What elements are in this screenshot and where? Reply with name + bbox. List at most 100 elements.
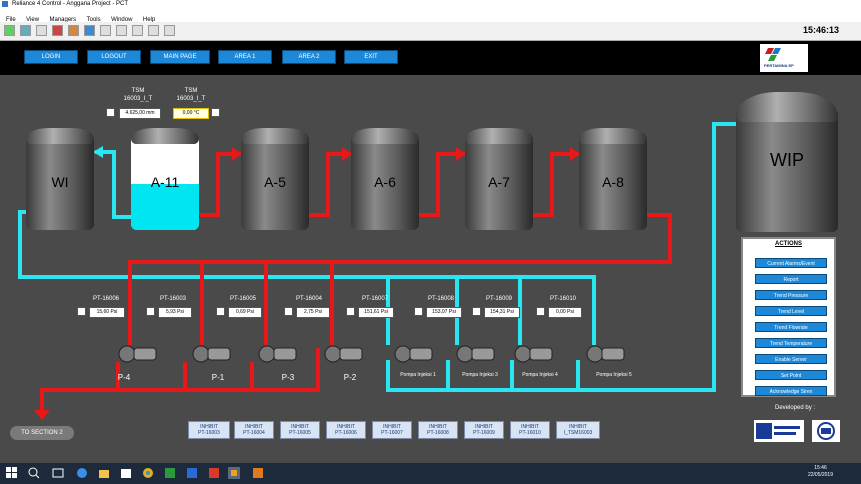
stop-icon[interactable] [52,25,63,36]
trend-pressure-button[interactable]: Trend Pressure [755,290,827,300]
explorer-icon[interactable] [98,467,110,479]
login-button[interactable]: LOGIN [24,50,78,64]
pt-value: 151,61 Psi [358,307,394,318]
taskbar-time: 15:46 [814,465,827,471]
logout-button[interactable]: LOGOUT [87,50,141,64]
flow-arrow-left-icon [93,146,103,158]
pt-value: 0,69 Psi [228,307,262,318]
inhibit-button[interactable]: INHIBIT PT-16003 [188,421,230,439]
pump-icon[interactable] [456,343,496,365]
print-icon[interactable] [36,25,47,36]
area-2-button[interactable]: AREA 2 [282,50,336,64]
tank-wi[interactable]: WI [26,128,94,230]
pipe-oil [530,213,552,217]
tool-icon[interactable] [100,25,111,36]
inhibit-button[interactable]: INHIBIT PT-16004 [234,421,274,439]
tool-icon-2[interactable] [116,25,127,36]
tank-a11[interactable]: A-11 [131,128,199,230]
task-view-icon[interactable] [52,467,64,479]
open-icon[interactable] [4,25,15,36]
pump-label: P-4 [117,373,131,382]
pt-value: 0,00 Psi [548,307,582,318]
inhibit-tag: PT-16010 [519,430,541,436]
trend-flowrate-button[interactable]: Trend Flowrate [755,322,827,332]
trend-icon[interactable] [284,307,293,316]
trend-icon[interactable] [106,108,115,117]
pipe-oil [196,213,218,217]
trend-icon[interactable] [346,307,355,316]
run-icon[interactable] [68,25,79,36]
trend-level-button[interactable]: Trend Level [755,306,827,316]
app-icon-green[interactable] [164,467,176,479]
inhibit-button[interactable]: INHIBIT PT-16005 [280,421,320,439]
tool-icon-4[interactable] [148,25,159,36]
tool-icon-5[interactable] [164,25,175,36]
pipe-oil [264,260,268,345]
store-icon[interactable] [120,467,132,479]
trend-icon[interactable] [414,307,423,316]
pump-icon[interactable] [258,343,298,365]
trend-temperature-button[interactable]: Trend Temperature [755,338,827,348]
pipe-water-to-wip [712,122,716,392]
pipe-oil [436,152,440,217]
tank-wip[interactable]: WIP [736,92,838,232]
tank-label: A-7 [488,174,510,190]
chart-icon[interactable] [84,25,95,36]
pump-icon[interactable] [118,343,158,365]
logo-text: PERTAMINA EP [764,63,794,68]
pipe-oil [330,260,334,345]
chrome-icon[interactable] [142,467,154,479]
trend-icon[interactable] [211,108,220,117]
pump-icon[interactable] [192,343,232,365]
trend-icon[interactable] [536,307,545,316]
app-icon-red[interactable] [208,467,220,479]
pipe-water [592,275,596,345]
pt-value: 153,07 Psi [426,307,462,318]
tank-a6[interactable]: A-6 [351,128,419,230]
inhibit-button[interactable]: INHIBIT PT-16007 [372,421,412,439]
tool-icon-3[interactable] [132,25,143,36]
inhibit-button[interactable]: INHIBIT PT-16008 [418,421,458,439]
trend-icon[interactable] [146,307,155,316]
reliance-app-icon[interactable] [228,467,240,479]
pump-icon[interactable] [586,343,626,365]
windows-start-icon[interactable] [6,467,18,479]
tank-a8[interactable]: A-8 [579,128,647,230]
enable-server-button[interactable]: Enable Server [755,354,827,364]
inhibit-button[interactable]: INHIBIT PT-16006 [326,421,366,439]
pipe-water [576,360,580,391]
inhibit-button[interactable]: INHIBIT I_TSM16003 [556,421,600,439]
trend-icon[interactable] [472,307,481,316]
inhibit-button[interactable]: INHIBIT PT-16010 [510,421,550,439]
menu-bar: File View Managers Tools Window Help [0,8,861,23]
tank-label: A-11 [150,174,180,190]
pump-icon[interactable] [394,343,434,365]
current-alarms-button[interactable]: Current Alarms/Event [755,258,827,268]
area-1-button[interactable]: AREA 1 [218,50,272,64]
app-icon [2,1,8,7]
flow-arrow-down-icon [34,410,50,420]
tank-cap [579,128,647,144]
tank-cap [465,128,533,144]
app-icon-blue[interactable] [186,467,198,479]
to-section-2-button[interactable]: TO SECTION 2 [10,426,74,440]
save-icon[interactable] [20,25,31,36]
app-icon-orange[interactable] [252,467,264,479]
set-point-button[interactable]: Set Point [755,370,827,380]
tank-a7[interactable]: A-7 [465,128,533,230]
tank-cap [241,128,309,144]
acknowledge-siren-button[interactable]: Acknowledge Siren [755,386,827,396]
pump-icon[interactable] [324,343,364,365]
pump-icon[interactable] [514,343,554,365]
tsm-level-tag: TSM 16003_I_T [123,88,153,102]
search-icon[interactable] [28,467,40,479]
edge-icon[interactable] [76,467,88,479]
inhibit-button[interactable]: INHIBIT PT-16009 [464,421,504,439]
trend-icon[interactable] [77,307,86,316]
exit-button[interactable]: EXIT [344,50,398,64]
main-page-button[interactable]: MAIN PAGE [150,50,210,64]
trend-icon[interactable] [216,307,225,316]
tank-a5[interactable]: A-5 [241,128,309,230]
report-button[interactable]: Report [755,274,827,284]
tank-cap [26,128,94,144]
